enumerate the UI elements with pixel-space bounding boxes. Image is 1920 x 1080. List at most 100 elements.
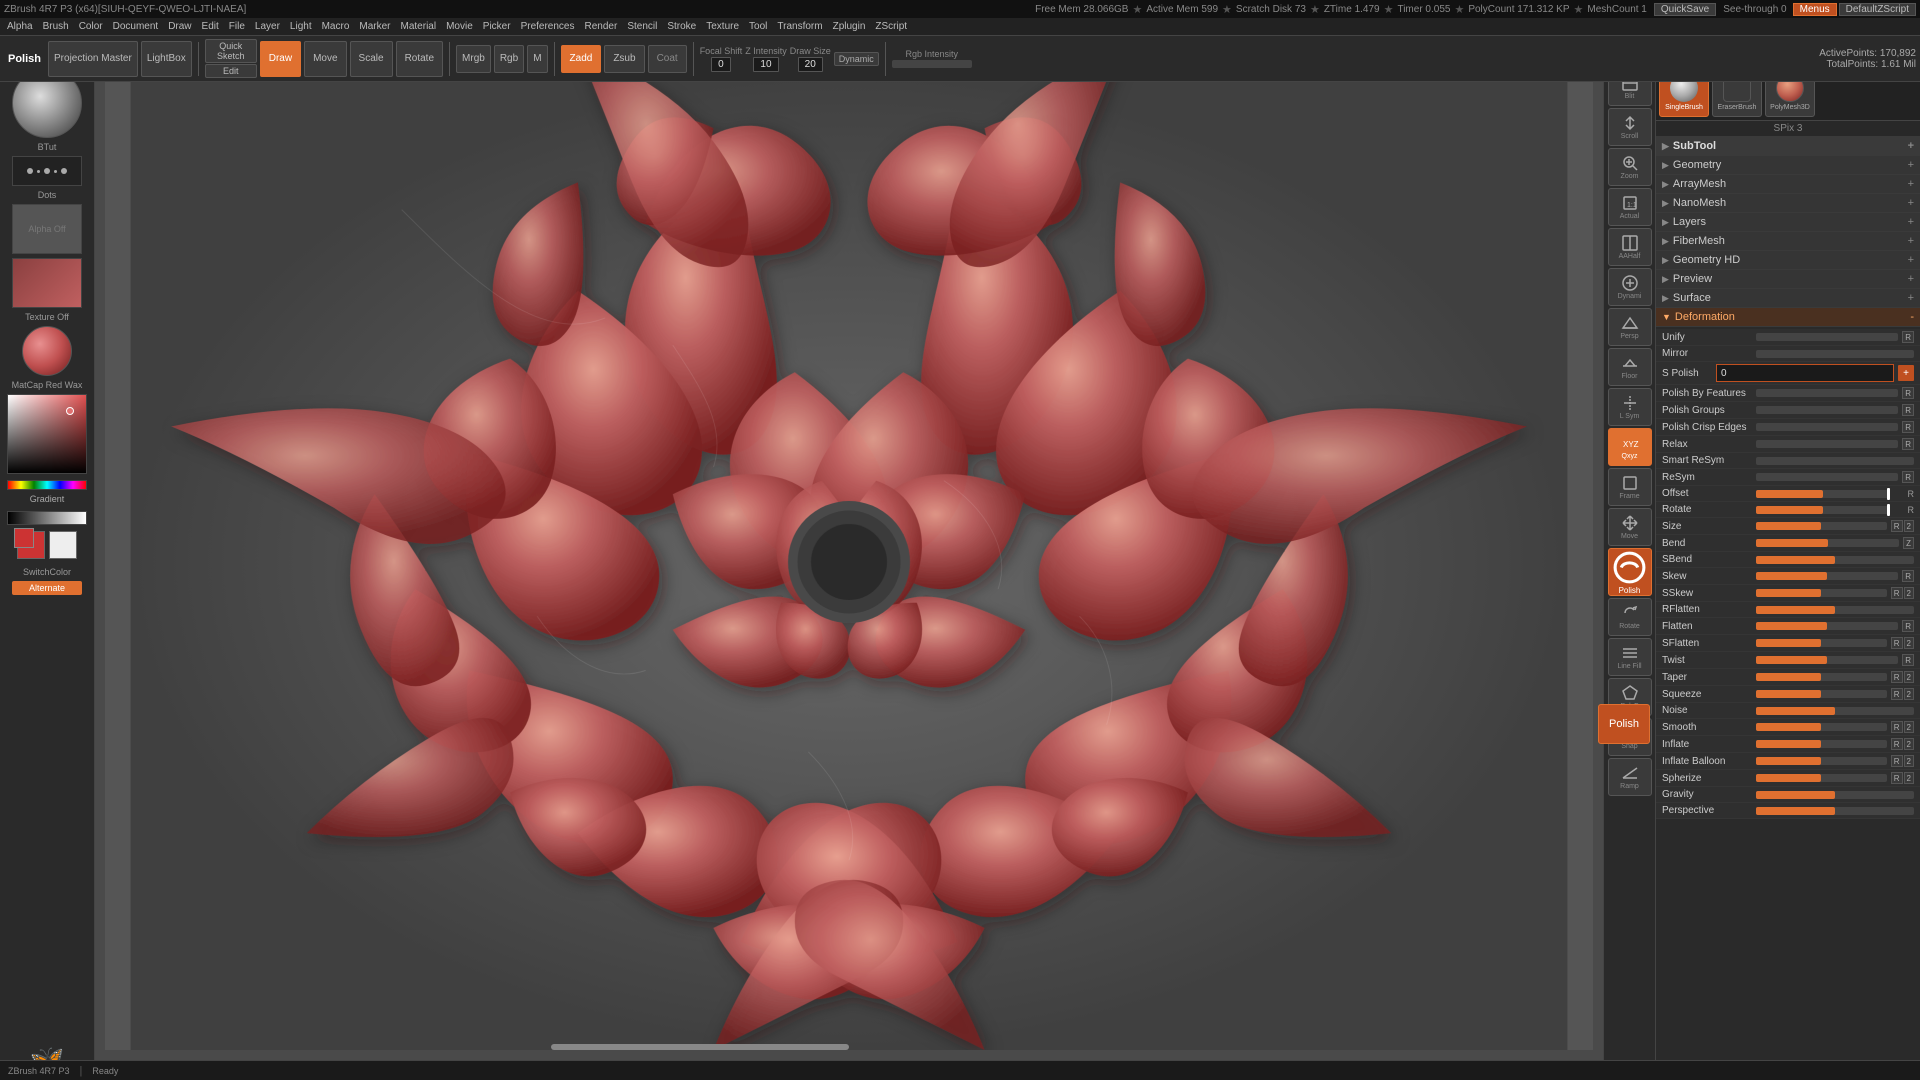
size-btn-r[interactable]: R xyxy=(1891,520,1903,532)
menu-movie[interactable]: Movie xyxy=(441,21,478,32)
deformation-section-header[interactable]: ▼ Deformation - xyxy=(1656,308,1920,327)
color-picker-area[interactable] xyxy=(7,394,87,474)
twist-btn[interactable]: R xyxy=(1902,654,1914,666)
coat-button[interactable]: Coat xyxy=(648,45,687,73)
relax-btn[interactable]: R xyxy=(1902,438,1914,450)
scale-button[interactable]: Scale xyxy=(350,41,393,77)
rgb-intensity-slider[interactable] xyxy=(892,60,972,68)
sflatten-btn-r[interactable]: R xyxy=(1891,637,1903,649)
subtool-header[interactable]: ▶ SubTool + xyxy=(1656,137,1920,156)
zoom-button[interactable]: Zoom xyxy=(1608,148,1652,186)
polish-crisp-btn[interactable]: R xyxy=(1902,421,1914,433)
gravity-slider[interactable] xyxy=(1756,791,1914,799)
flatten-btn[interactable]: R xyxy=(1902,620,1914,632)
scroll-button[interactable]: Scroll xyxy=(1608,108,1652,146)
unify-btn-r[interactable]: R xyxy=(1902,331,1914,343)
sskew-slider[interactable] xyxy=(1756,589,1887,597)
arraymesh-section-header[interactable]: ▶ ArrayMesh + xyxy=(1656,175,1920,194)
polish-by-features-slider[interactable] xyxy=(1756,389,1898,397)
resym-btn[interactable]: R xyxy=(1902,471,1914,483)
resym-slider[interactable] xyxy=(1756,473,1898,481)
sskew-btn-r[interactable]: R xyxy=(1891,587,1903,599)
menu-alpha[interactable]: Alpha xyxy=(2,21,38,32)
bend-btn[interactable]: Z xyxy=(1903,537,1914,549)
alternate-button[interactable]: Alternate xyxy=(12,581,82,595)
polish-icon-button[interactable]: Polish xyxy=(1608,548,1652,596)
zadd-button[interactable]: Zadd xyxy=(561,45,602,73)
menu-marker[interactable]: Marker xyxy=(354,21,395,32)
menu-preferences[interactable]: Preferences xyxy=(516,21,580,32)
menu-picker[interactable]: Picker xyxy=(478,21,516,32)
inflate-balloon-btn-2[interactable]: 2 xyxy=(1904,755,1914,767)
inflate-btn-2[interactable]: 2 xyxy=(1904,738,1914,750)
menu-zscript[interactable]: ZScript xyxy=(870,21,912,32)
lightbox-button[interactable]: LightBox xyxy=(141,41,192,77)
surface-section-header[interactable]: ▶ Surface + xyxy=(1656,289,1920,308)
squeeze-btn-r[interactable]: R xyxy=(1891,688,1903,700)
quick-sketch-button[interactable]: Quick Sketch xyxy=(205,39,257,63)
frame-button[interactable]: Frame xyxy=(1608,468,1652,506)
menus-button[interactable]: Menus xyxy=(1793,3,1837,16)
size-slider[interactable] xyxy=(1756,522,1887,530)
menu-render[interactable]: Render xyxy=(580,21,623,32)
menu-layer[interactable]: Layer xyxy=(250,21,285,32)
polish-input-plus[interactable]: + xyxy=(1898,365,1914,381)
edit-button[interactable]: Edit xyxy=(205,64,257,78)
dynamic-view-button[interactable]: Dynami xyxy=(1608,268,1652,306)
menu-edit[interactable]: Edit xyxy=(197,21,224,32)
default-script-button[interactable]: DefaultZScript xyxy=(1839,3,1916,16)
sbend-slider[interactable] xyxy=(1756,556,1914,564)
gradient-bar[interactable] xyxy=(7,511,87,525)
polish-features-btn[interactable]: R xyxy=(1902,387,1914,399)
preview-section-header[interactable]: ▶ Preview + xyxy=(1656,270,1920,289)
m-button[interactable]: M xyxy=(527,45,547,73)
bend-slider[interactable] xyxy=(1756,539,1899,547)
polish-groups-slider[interactable] xyxy=(1756,406,1898,414)
menu-brush[interactable]: Brush xyxy=(38,21,74,32)
squeeze-btn-2[interactable]: 2 xyxy=(1904,688,1914,700)
qxyz-button[interactable]: XYZ Qxyz xyxy=(1608,428,1652,466)
linefill-button[interactable]: Line Fill xyxy=(1608,638,1652,676)
dots-preview-area[interactable] xyxy=(12,156,82,186)
taper-btn-r[interactable]: R xyxy=(1891,671,1903,683)
draw-button[interactable]: Draw xyxy=(260,41,301,77)
smooth-slider[interactable] xyxy=(1756,723,1887,731)
taper-slider[interactable] xyxy=(1756,673,1887,681)
canvas-inner[interactable] xyxy=(105,74,1593,1050)
matcap-preview[interactable] xyxy=(22,326,72,376)
geometry-hd-section-header[interactable]: ▶ Geometry HD + xyxy=(1656,251,1920,270)
move-icon-btn[interactable]: Move xyxy=(1608,508,1652,546)
spherize-slider[interactable] xyxy=(1756,774,1887,782)
menu-material[interactable]: Material xyxy=(396,21,442,32)
ramp-button[interactable]: Ramp xyxy=(1608,758,1652,796)
rgb-button[interactable]: Rgb xyxy=(494,45,524,73)
smooth-btn-2[interactable]: 2 xyxy=(1904,721,1914,733)
menu-stencil[interactable]: Stencil xyxy=(622,21,662,32)
texture-preview[interactable] xyxy=(12,258,82,308)
menu-transform[interactable]: Transform xyxy=(772,21,827,32)
relax-slider[interactable] xyxy=(1756,440,1898,448)
menu-macro[interactable]: Macro xyxy=(317,21,355,32)
canvas-scrollbar-h[interactable] xyxy=(551,1044,849,1050)
foreground-color-swatch[interactable] xyxy=(17,531,45,559)
inflate-balloon-btn-r[interactable]: R xyxy=(1891,755,1903,767)
smart-resym-slider[interactable] xyxy=(1756,457,1914,465)
menu-color[interactable]: Color xyxy=(74,21,108,32)
inflate-balloon-slider[interactable] xyxy=(1756,757,1887,765)
perspective-slider[interactable] xyxy=(1756,807,1914,815)
lsym-button[interactable]: L Sym xyxy=(1608,388,1652,426)
actual-button[interactable]: 1:1 Actual xyxy=(1608,188,1652,226)
spherize-btn-r[interactable]: R xyxy=(1891,772,1903,784)
squeeze-slider[interactable] xyxy=(1756,690,1887,698)
polish-groups-btn[interactable]: R xyxy=(1902,404,1914,416)
draw-size-value[interactable]: 20 xyxy=(798,57,823,72)
hue-slider[interactable] xyxy=(7,480,87,490)
move-button[interactable]: Move xyxy=(304,41,346,77)
menu-texture[interactable]: Texture xyxy=(701,21,744,32)
polish-main-button[interactable]: Polish xyxy=(1598,704,1650,744)
z-intensity-value[interactable]: 10 xyxy=(753,57,778,72)
spherize-btn-2[interactable]: 2 xyxy=(1904,772,1914,784)
layers-section-header[interactable]: ▶ Layers + xyxy=(1656,213,1920,232)
noise-slider[interactable] xyxy=(1756,707,1914,715)
menu-draw[interactable]: Draw xyxy=(163,21,196,32)
